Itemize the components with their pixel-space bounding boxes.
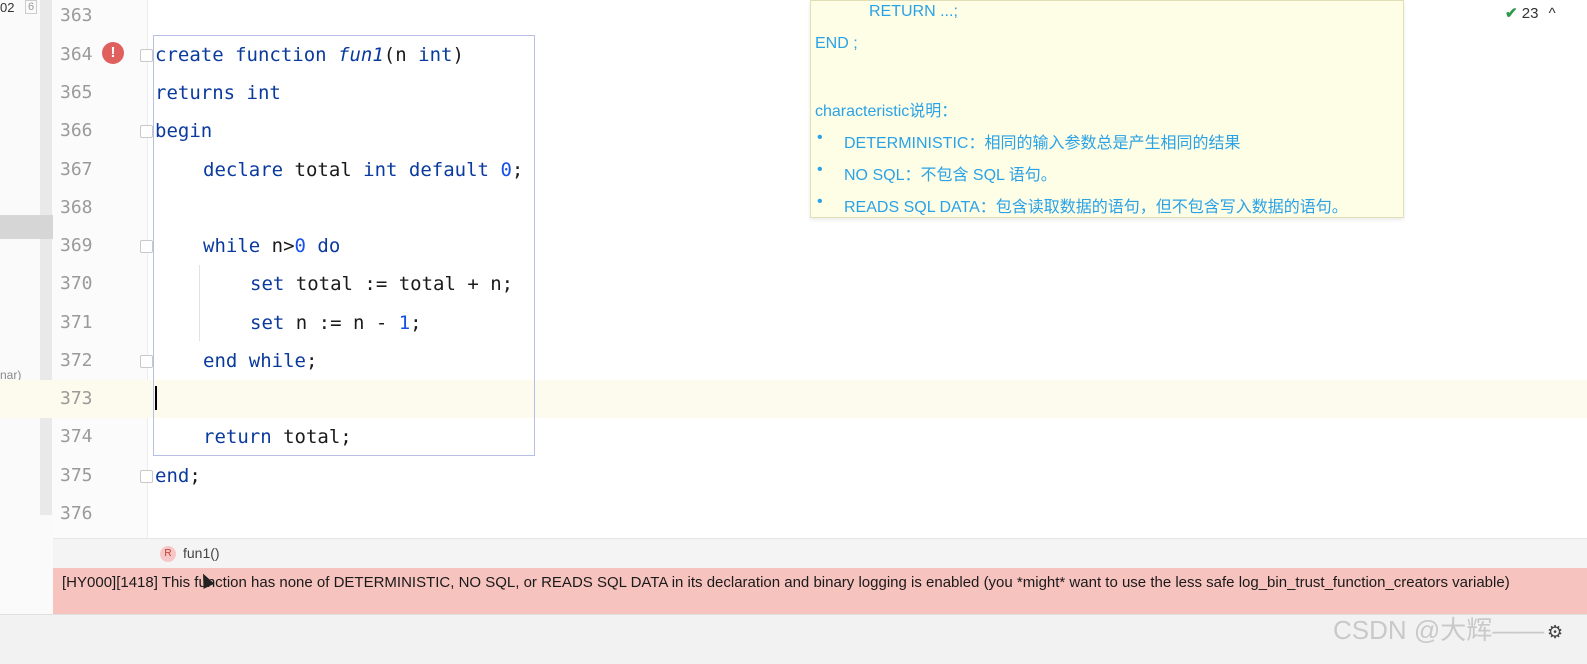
bullet-icon: • <box>817 193 823 210</box>
code-token: total <box>294 159 364 181</box>
code-token: fun1 <box>338 44 384 66</box>
error-icon[interactable]: ! <box>102 42 124 64</box>
code-token: returns <box>155 82 247 104</box>
code-token: n := n - <box>295 312 399 334</box>
line-number: 371 <box>60 312 93 333</box>
line-number: 374 <box>60 426 93 447</box>
line-number: 364 <box>60 44 93 65</box>
bullet-icon: • <box>817 161 823 178</box>
fold-marker-icon[interactable] <box>140 125 153 138</box>
code-line-367: declare total int default 0; <box>203 151 523 189</box>
line-number: 375 <box>60 465 93 486</box>
fold-marker-icon[interactable] <box>140 240 153 253</box>
code-token: int <box>246 82 281 104</box>
code-line-369: while n>0 do <box>203 227 340 265</box>
code-line-364: create function fun1(n int) <box>155 36 464 74</box>
left-top-tag: 6 <box>25 0 38 14</box>
gear-icon[interactable]: ⚙ <box>1547 622 1563 643</box>
line-number: 367 <box>60 159 93 180</box>
current-line-highlight <box>0 380 1587 418</box>
code-token: begin <box>155 120 213 142</box>
code-token: create function <box>155 44 339 66</box>
code-token: 1 <box>398 312 411 334</box>
code-token: 0 <box>294 235 306 257</box>
left-panel-scrollbar[interactable] <box>40 0 52 515</box>
code-line-365: returns int <box>155 74 281 112</box>
indent-guide <box>199 265 200 341</box>
code-token: ) <box>452 44 464 66</box>
line-number: 363 <box>60 5 93 26</box>
doc-item: NO SQL：不包含 SQL 语句。 <box>844 167 1057 184</box>
breadcrumb: R fun1() <box>53 538 1587 569</box>
code-token: ; <box>511 159 524 181</box>
text-caret <box>155 386 157 410</box>
code-token: int default <box>363 159 501 181</box>
fold-marker-icon[interactable] <box>140 355 153 368</box>
error-message-text: [HY000][1418] This function has none of … <box>62 574 1510 591</box>
code-token: declare <box>203 159 295 181</box>
code-token: ; <box>410 312 422 334</box>
code-token: ; <box>189 465 201 487</box>
code-token: end while <box>203 350 306 372</box>
code-token: set <box>250 273 296 295</box>
line-number: 372 <box>60 350 93 371</box>
line-number: 373 <box>60 388 93 409</box>
fold-marker-icon[interactable] <box>140 470 153 483</box>
code-token: int <box>418 44 453 66</box>
left-panel-strip: 02 6 nar) e) <box>0 0 53 663</box>
line-number: 369 <box>60 235 93 256</box>
code-line-370: set total := total + n; <box>250 265 513 303</box>
code-line-374: return total; <box>203 418 352 456</box>
line-number: 376 <box>60 503 93 524</box>
fold-marker-icon[interactable] <box>140 49 153 62</box>
code-token: do <box>305 235 341 257</box>
doc-item: DETERMINISTIC：相同的输入参数总是产生相同的结果 <box>844 135 1241 152</box>
line-number: 366 <box>60 120 93 141</box>
bullet-icon: • <box>817 129 823 146</box>
doc-heading: characteristic说明： <box>815 103 958 120</box>
code-token: set <box>250 312 296 334</box>
code-token: total := total + n; <box>295 273 514 295</box>
code-line-375: end; <box>155 457 201 495</box>
code-line-366: begin <box>155 112 212 150</box>
error-message-bar: [HY000][1418] This function has none of … <box>53 568 1587 614</box>
code-token: while <box>203 235 272 257</box>
breadcrumb-item-fun1[interactable]: fun1() <box>183 545 220 561</box>
check-icon: ✔ <box>1505 5 1518 22</box>
line-number: 368 <box>60 197 93 218</box>
code-token: ; <box>305 350 318 372</box>
code-token: n> <box>271 235 295 257</box>
left-top-number: 02 <box>0 0 15 15</box>
code-token: return <box>203 426 284 448</box>
chevron-up-icon[interactable]: ^ <box>1549 5 1556 22</box>
routine-icon: R <box>160 546 176 562</box>
documentation-popup: RETURN ...; END ; characteristic说明： • DE… <box>810 0 1404 218</box>
line-number: 370 <box>60 273 93 294</box>
code-token: 0 <box>500 159 512 181</box>
code-line-372: end while; <box>203 342 317 380</box>
doc-item: READS SQL DATA：包含读取数据的语句，但不包含写入数据的语句。 <box>844 199 1348 216</box>
doc-line: END ; <box>815 35 858 52</box>
inspection-widget[interactable]: ✔ 23 ^ <box>1505 4 1556 22</box>
code-token: total; <box>283 426 352 448</box>
inspection-count: 23 <box>1521 5 1539 22</box>
code-token: end <box>155 465 190 487</box>
doc-line: RETURN ...; <box>869 3 958 20</box>
code-token: (n <box>383 44 419 66</box>
line-number: 365 <box>60 82 93 103</box>
left-panel-selected-row[interactable] <box>0 215 53 239</box>
watermark: CSDN @大辉—— <box>1333 615 1545 645</box>
code-line-371: set n := n - 1; <box>250 304 422 342</box>
